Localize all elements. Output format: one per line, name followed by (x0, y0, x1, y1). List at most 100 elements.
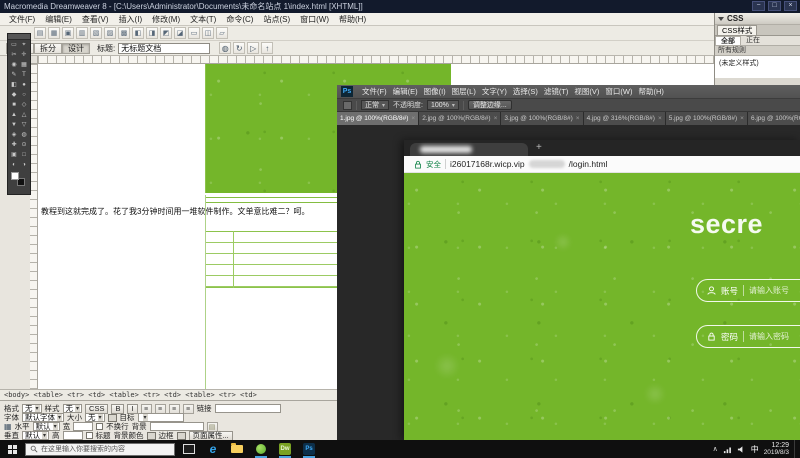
doc-toolbar-icon[interactable]: ◍ (219, 42, 231, 54)
align-right-icon[interactable] (169, 404, 180, 414)
menu-item[interactable]: 文件(F) (5, 14, 39, 25)
align-center-icon[interactable] (155, 404, 166, 414)
volume-icon[interactable] (737, 445, 746, 454)
menu-item[interactable]: 文字(Y) (479, 86, 510, 97)
css-rule-item[interactable]: (未定义样式) (715, 56, 800, 78)
menu-item[interactable]: 编辑(E) (41, 14, 76, 25)
menu-item[interactable]: 文件(F) (359, 86, 390, 97)
ps-tool-icon[interactable]: ⊙ (19, 140, 29, 150)
view-mode-button[interactable]: 设计 (62, 43, 90, 54)
account-input[interactable]: 账号 请输入账号 (696, 279, 800, 302)
menu-item[interactable]: 滤镜(T) (541, 86, 572, 97)
ps-tool-icon[interactable]: ◧ (9, 80, 19, 90)
taskbar-photoshop-icon[interactable]: Ps (301, 441, 317, 457)
address-bar[interactable]: 安全 i26017168r.wicp.vip /login.html (404, 156, 800, 173)
menu-item[interactable]: 图层(L) (449, 86, 479, 97)
ps-tool-icon[interactable]: ▣ (9, 150, 19, 160)
tab-all[interactable]: 全部 (715, 36, 741, 45)
ps-tool-icon[interactable]: ◍ (19, 130, 29, 140)
ps-tool-icon[interactable]: ✎ (9, 70, 19, 80)
panel-group-header[interactable]: CSS (715, 13, 800, 25)
page-properties-button[interactable]: 页面属性... (189, 431, 233, 441)
ps-tool-icon[interactable]: ▽ (19, 120, 29, 130)
ps-tool-icon[interactable]: △ (19, 110, 29, 120)
taskbar-clock[interactable]: 12:29 2019/8/3 (764, 442, 789, 456)
close-icon[interactable]: × (740, 115, 744, 122)
taskbar-browser-icon[interactable] (253, 441, 269, 457)
tab-current[interactable]: 正在 (741, 36, 765, 45)
close-icon[interactable]: × (658, 115, 662, 122)
ps-tool-icon[interactable]: ◆ (9, 90, 19, 100)
insert-icon[interactable]: ▭ (188, 27, 200, 39)
ps-document-tab[interactable]: 5.jpg @ 100%(RGB/8#)× (666, 112, 748, 125)
ps-document-tab[interactable]: 1.jpg @ 100%(RGB/8#)× (337, 112, 419, 125)
vertical-align-select[interactable]: 默认 (22, 431, 49, 440)
insert-icon[interactable]: ◨ (146, 27, 158, 39)
menu-item[interactable]: 命令(C) (222, 14, 257, 25)
password-input[interactable]: 密码 请输入密码 (696, 325, 800, 348)
bgcolor-swatch[interactable] (147, 432, 156, 440)
ps-tool-icon[interactable]: ⌖ (19, 40, 29, 50)
ps-document-tab[interactable]: 3.jpg @ 100%(RGB/8#)× (501, 112, 583, 125)
ps-document-tab[interactable]: 2.jpg @ 100%(RGB/8#)× (419, 112, 501, 125)
menu-item[interactable]: 编辑(E) (390, 86, 421, 97)
insert-icon[interactable]: ▣ (62, 27, 74, 39)
opacity-select[interactable]: 100% (427, 100, 459, 110)
close-button[interactable]: × (784, 1, 797, 11)
doc-toolbar-icon[interactable]: ↻ (233, 42, 245, 54)
ps-tool-icon[interactable]: ▦ (19, 60, 29, 70)
menu-item[interactable]: 帮助(H) (335, 14, 370, 25)
insert-icon[interactable]: ◫ (202, 27, 214, 39)
width-input[interactable] (73, 422, 93, 431)
menu-item[interactable]: 选择(S) (510, 86, 541, 97)
header-checkbox[interactable] (86, 432, 93, 439)
ps-tool-icon[interactable]: ● (19, 80, 29, 90)
insert-icon[interactable]: ◧ (132, 27, 144, 39)
menu-item[interactable]: 帮助(H) (636, 86, 667, 97)
ps-tool-icon[interactable]: ▼ (9, 120, 19, 130)
ps-tool-icon[interactable]: ▲ (9, 110, 19, 120)
browser-tab[interactable] (410, 143, 528, 156)
insert-icon[interactable]: ◩ (160, 27, 172, 39)
insert-icon[interactable]: ◪ (174, 27, 186, 39)
border-color-swatch[interactable] (177, 432, 186, 440)
ps-tool-icon[interactable]: T (19, 70, 29, 80)
tray-expand-icon[interactable]: ∧ (713, 445, 718, 453)
insert-icon[interactable]: ▦ (48, 27, 60, 39)
start-button[interactable] (0, 440, 24, 458)
ps-document-tab[interactable]: 6.jpg @ 100%(RGB/8#)× (748, 112, 800, 125)
ps-tool-icon[interactable]: ✂ (9, 50, 19, 60)
menu-item[interactable]: 图像(I) (421, 86, 449, 97)
close-icon[interactable]: × (411, 115, 415, 122)
doc-toolbar-icon[interactable]: ▷ (247, 42, 259, 54)
show-desktop-button[interactable] (794, 440, 798, 458)
menu-item[interactable]: 窗口(W) (296, 14, 333, 25)
taskbar-search-input[interactable]: 在这里输入你要搜索的内容 (25, 443, 175, 456)
doc-title-input[interactable]: 无标题文档 (118, 43, 210, 54)
ps-tool-icon[interactable]: ◐ (9, 160, 19, 170)
ime-indicator[interactable]: 中 (751, 444, 759, 455)
insert-icon[interactable]: ▩ (118, 27, 130, 39)
ps-tool-icon[interactable]: ✛ (19, 50, 29, 60)
insert-icon[interactable]: ▥ (76, 27, 88, 39)
ps-document-tab[interactable]: 4.jpg @ 316%(RGB/8#)× (584, 112, 666, 125)
insert-icon[interactable]: ▤ (34, 27, 46, 39)
ps-tool-icon[interactable]: ✚ (9, 140, 19, 150)
refine-edge-button[interactable]: 调整边缘... (468, 100, 512, 110)
ps-tool-icon[interactable]: ◉ (9, 60, 19, 70)
ps-tool-icon[interactable]: ■ (9, 100, 19, 110)
align-left-icon[interactable] (141, 404, 152, 414)
ps-tool-icon[interactable]: ○ (19, 90, 29, 100)
insert-icon[interactable]: ▧ (90, 27, 102, 39)
menu-item[interactable]: 站点(S) (259, 14, 294, 25)
view-mode-button[interactable]: 拆分 (34, 43, 62, 54)
taskbar-explorer-icon[interactable] (229, 441, 245, 457)
menu-item[interactable]: 查看(V) (78, 14, 113, 25)
minimize-button[interactable]: − (752, 1, 765, 11)
height-input[interactable] (63, 431, 83, 440)
menu-item[interactable]: 视图(V) (571, 86, 602, 97)
link-input[interactable] (215, 404, 281, 413)
menu-item[interactable]: 修改(M) (148, 14, 184, 25)
network-icon[interactable] (723, 445, 732, 454)
menu-item[interactable]: 文本(T) (186, 14, 220, 25)
